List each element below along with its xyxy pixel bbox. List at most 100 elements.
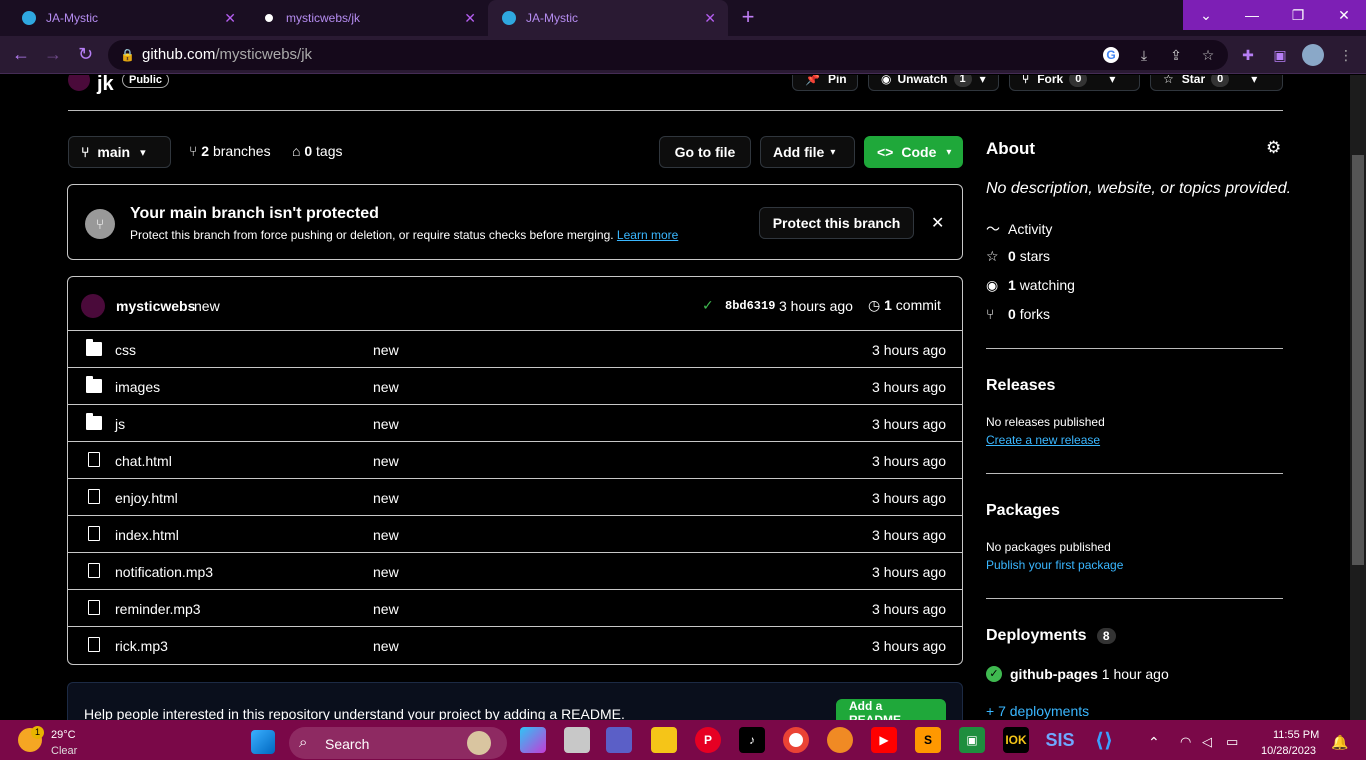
tags-link[interactable]: ⌂ 0 tags [292,143,343,159]
packages-title[interactable]: Packages [986,502,1060,520]
file-name[interactable]: css [115,342,136,358]
go-to-file-button[interactable]: Go to file [659,136,751,168]
unwatch-button[interactable]: ◉ Unwatch 1 ▾ [868,75,999,91]
close-tab-icon[interactable]: ✕ [224,10,236,27]
share-icon[interactable]: ⇪ [1168,47,1184,63]
file-name[interactable]: rick.mp3 [115,638,168,654]
windows-start-icon[interactable] [251,730,275,754]
fl-studio-icon[interactable] [827,727,853,753]
owner-avatar[interactable] [68,75,90,91]
tab-search-button[interactable]: ⌄ [1183,0,1229,30]
file-commit-message[interactable]: new [373,564,399,580]
wifi-icon[interactable]: ◠ [1180,734,1191,750]
sis-app-icon[interactable]: SIS [1046,727,1075,753]
clock-date[interactable]: 10/28/2023 [1261,745,1316,757]
google-lens-icon[interactable]: G [1103,47,1119,63]
commit-sha[interactable]: 8bd6319 [725,299,775,313]
file-row[interactable]: js new 3 hours ago [68,404,962,441]
sublime-text-icon[interactable]: S [915,727,941,753]
weather-desc[interactable]: Clear [51,745,77,757]
back-icon[interactable]: ← [12,44,30,65]
file-commit-message[interactable]: new [373,453,399,469]
weather-temp[interactable]: 29°C [51,729,76,741]
close-window-button[interactable]: ✕ [1321,0,1366,30]
file-row[interactable]: enjoy.html new 3 hours ago [68,478,962,515]
file-name[interactable]: images [115,379,160,395]
google-classroom-icon[interactable]: ▣ [959,727,985,753]
more-deployments-link[interactable]: + 7 deployments [986,703,1089,719]
file-name[interactable]: notification.mp3 [115,564,213,580]
create-release-link[interactable]: Create a new release [986,433,1100,447]
file-commit-message[interactable]: new [373,379,399,395]
file-name[interactable]: reminder.mp3 [115,601,201,617]
file-row[interactable]: notification.mp3 new 3 hours ago [68,552,962,589]
bell-icon[interactable]: 🔔 [1331,734,1348,751]
activity-link[interactable]: 〜 Activity [986,219,1052,239]
vscode-icon[interactable]: ⟨⟩ [1091,727,1117,753]
youtube-icon[interactable]: ▶ [871,727,897,753]
new-tab-button[interactable]: + [736,6,760,30]
commit-author[interactable]: mysticwebs [116,298,195,314]
chrome-icon[interactable] [783,727,809,753]
close-tab-icon[interactable]: ✕ [464,10,476,27]
install-app-icon[interactable]: ⤓ [1136,47,1152,63]
battery-icon[interactable]: ▭ [1226,734,1238,750]
file-name[interactable]: enjoy.html [115,490,178,506]
bookmark-star-icon[interactable]: ☆ [1200,47,1216,63]
volume-icon[interactable]: ◁ [1202,734,1212,750]
file-explorer-icon[interactable] [651,727,677,753]
taskbar-search[interactable]: ⌕ Search [289,727,507,759]
file-row[interactable]: css new 3 hours ago [68,330,962,367]
learn-more-link[interactable]: Learn more [617,228,678,242]
tiktok-icon[interactable]: ♪ [739,727,765,753]
add-file-button[interactable]: Add file ▾ [760,136,855,168]
task-view-icon[interactable] [564,727,590,753]
releases-title[interactable]: Releases [986,377,1055,395]
deployment-entry[interactable]: github-pages 1 hour ago [1010,666,1169,682]
add-readme-button[interactable]: Add a README [836,699,946,720]
file-commit-message[interactable]: new [373,601,399,617]
commit-message[interactable]: new [194,298,220,314]
file-row[interactable]: rick.mp3 new 3 hours ago [68,626,962,663]
close-icon[interactable]: ✕ [931,213,944,233]
forward-icon[interactable]: → [44,44,62,65]
chevron-up-icon[interactable]: ⌃ [1148,734,1160,751]
reload-icon[interactable]: ↻ [78,44,93,65]
deployments-title[interactable]: Deployments 8 [986,627,1116,645]
stars-link[interactable]: ☆ 0 stars [986,248,1050,265]
gear-icon[interactable]: ⚙ [1266,138,1281,158]
teams-icon[interactable] [606,727,632,753]
publish-package-link[interactable]: Publish your first package [986,558,1123,572]
avatar[interactable] [81,294,105,318]
file-row[interactable]: index.html new 3 hours ago [68,515,962,552]
browser-tab-active[interactable]: JA-Mystic ✕ [488,0,728,36]
branches-link[interactable]: ⑂ 2 branches [189,143,271,159]
file-name[interactable]: js [115,416,125,432]
file-commit-message[interactable]: new [373,638,399,654]
file-row[interactable]: images new 3 hours ago [68,367,962,404]
scrollbar-thumb[interactable] [1352,155,1364,565]
code-button[interactable]: <> Code ▾ [864,136,963,168]
profile-avatar[interactable] [1302,44,1324,66]
restore-button[interactable]: ❐ [1275,0,1321,30]
fork-button[interactable]: ⑂ Fork 0 ▾ [1009,75,1140,91]
minimize-button[interactable]: — [1229,0,1275,30]
file-name[interactable]: chat.html [115,453,172,469]
file-name[interactable]: index.html [115,527,179,543]
file-commit-message[interactable]: new [373,527,399,543]
file-commit-message[interactable]: new [373,342,399,358]
browser-tab[interactable]: mysticwebs/jk ✕ [248,0,488,36]
pinterest-icon[interactable]: P [695,727,721,753]
iok-app-icon[interactable]: IOK [1003,727,1029,753]
close-tab-icon[interactable]: ✕ [704,10,716,27]
history-link[interactable]: ◷ 1 commit [868,297,941,314]
extensions-icon[interactable]: ✚ [1240,47,1256,63]
repo-name[interactable]: jk [97,75,114,96]
copilot-icon[interactable] [520,727,546,753]
star-button[interactable]: ☆ Star 0 ▾ [1150,75,1283,91]
menu-icon[interactable]: ⋮ [1338,47,1354,63]
address-bar[interactable]: 🔒 github.com/mysticwebs/jk [108,40,1228,70]
forks-link[interactable]: ⑂ 0 forks [986,306,1050,322]
protect-branch-button[interactable]: Protect this branch [759,207,914,239]
watching-link[interactable]: ◉ 1 watching [986,277,1075,294]
